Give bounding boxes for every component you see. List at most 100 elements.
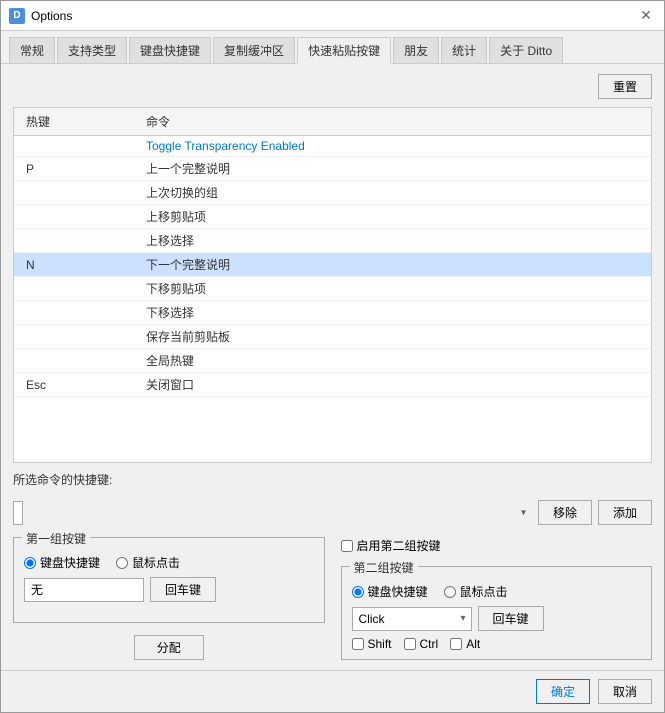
shift-label: Shift <box>368 637 392 651</box>
command-cell: 上一个完整说明 <box>140 159 645 178</box>
group1-keyboard-radio[interactable]: 键盘快捷键 <box>24 554 100 571</box>
hotkey-cell <box>20 216 140 218</box>
shortcut-section: 所选命令的快捷键: <box>13 471 652 488</box>
content-area: 重置 热键 命令 Toggle Transparency Enabled P 上… <box>1 64 664 670</box>
hotkey-cell <box>20 360 140 362</box>
group2-dropdown-wrap: Click Double Click Right Click <box>352 607 472 631</box>
group1-key-input[interactable] <box>24 578 144 602</box>
group2-wrapper: 启用第二组按键 第二组按键 键盘快捷键 鼠标点击 <box>341 537 653 660</box>
alt-label: Alt <box>466 637 480 651</box>
column-header-hotkey: 热键 <box>20 111 140 132</box>
group2-keyboard-radio-input[interactable] <box>352 586 364 598</box>
alt-checkbox[interactable] <box>450 638 462 650</box>
shortcut-input-row: 移除 添加 <box>13 500 652 525</box>
enable-second-group-checkbox[interactable] <box>341 540 353 552</box>
group1-enter-key-button[interactable]: 回车键 <box>150 577 216 602</box>
enable-second-group-text: 启用第二组按键 <box>357 537 441 554</box>
group2-key-input-row: Click Double Click Right Click 回车键 <box>352 606 642 631</box>
hotkey-cell: P <box>20 161 140 177</box>
group1-box: 第一组按键 键盘快捷键 鼠标点击 回车键 <box>13 537 325 623</box>
ctrl-checkbox[interactable] <box>404 638 416 650</box>
command-cell: 上移剪贴项 <box>140 207 645 226</box>
footer: 确定 取消 <box>1 670 664 712</box>
table-row[interactable]: 上移选择 <box>14 229 651 253</box>
hotkey-table: 热键 命令 Toggle Transparency Enabled P 上一个完… <box>13 107 652 463</box>
title-bar-left: D Options <box>9 8 72 24</box>
group2-radio-row: 键盘快捷键 鼠标点击 <box>352 583 642 600</box>
tab-clipboard[interactable]: 复制缓冲区 <box>213 37 295 63</box>
command-cell: 下移剪贴项 <box>140 279 645 298</box>
command-cell: 全局热键 <box>140 351 645 370</box>
command-cell: 下移选择 <box>140 303 645 322</box>
command-cell: 关闭窗口 <box>140 375 645 394</box>
group1-wrapper: 第一组按键 键盘快捷键 鼠标点击 回车键 <box>13 537 325 660</box>
column-header-command: 命令 <box>140 111 645 132</box>
group2-keyboard-radio[interactable]: 键盘快捷键 <box>352 583 428 600</box>
assign-row: 分配 <box>13 635 325 660</box>
group2-modifier-row: Shift Ctrl Alt <box>352 637 642 651</box>
command-cell: Toggle Transparency Enabled <box>140 138 645 154</box>
tab-bar: 常规 支持类型 键盘快捷键 复制缓冲区 快速粘贴按键 朋友 统计 关于 Ditt… <box>1 31 664 64</box>
tab-about[interactable]: 关于 Ditto <box>489 37 563 63</box>
table-row[interactable]: 上次切换的组 <box>14 181 651 205</box>
table-row[interactable]: Toggle Transparency Enabled <box>14 136 651 157</box>
shortcut-dropdown-wrap <box>13 501 532 525</box>
enable-second-group-label[interactable]: 启用第二组按键 <box>341 537 441 554</box>
table-row[interactable]: 上移剪贴项 <box>14 205 651 229</box>
ctrl-checkbox-label[interactable]: Ctrl <box>404 637 439 651</box>
main-window: D Options ✕ 常规 支持类型 键盘快捷键 复制缓冲区 快速粘贴按键 朋… <box>0 0 665 713</box>
reset-button[interactable]: 重置 <box>598 74 652 99</box>
group2-mouse-radio[interactable]: 鼠标点击 <box>444 583 508 600</box>
window-title: Options <box>31 9 72 23</box>
table-body[interactable]: Toggle Transparency Enabled P 上一个完整说明 上次… <box>14 136 651 462</box>
table-row[interactable]: 下移剪贴项 <box>14 277 651 301</box>
hotkey-cell <box>20 288 140 290</box>
hotkey-cell <box>20 145 140 147</box>
cancel-button[interactable]: 取消 <box>598 679 652 704</box>
group2-title: 第二组按键 <box>350 559 418 576</box>
tab-support[interactable]: 支持类型 <box>57 37 127 63</box>
group1-keyboard-radio-input[interactable] <box>24 557 36 569</box>
group1-mouse-label: 鼠标点击 <box>132 554 180 571</box>
group2-box: 第二组按键 键盘快捷键 鼠标点击 <box>341 566 653 660</box>
assign-button[interactable]: 分配 <box>134 635 204 660</box>
tab-keyboard[interactable]: 键盘快捷键 <box>129 37 211 63</box>
shift-checkbox-label[interactable]: Shift <box>352 637 392 651</box>
tab-friends[interactable]: 朋友 <box>393 37 439 63</box>
shift-checkbox[interactable] <box>352 638 364 650</box>
table-row[interactable]: N 下一个完整说明 <box>14 253 651 277</box>
tab-general[interactable]: 常规 <box>9 37 55 63</box>
reset-row: 重置 <box>13 74 652 99</box>
app-icon: D <box>9 8 25 24</box>
group1-title: 第一组按键 <box>22 530 90 547</box>
table-row[interactable]: 保存当前剪贴板 <box>14 325 651 349</box>
group2-enter-key-button[interactable]: 回车键 <box>478 606 544 631</box>
group2-mouse-radio-input[interactable] <box>444 586 456 598</box>
table-row[interactable]: 下移选择 <box>14 301 651 325</box>
hotkey-cell <box>20 192 140 194</box>
add-button[interactable]: 添加 <box>598 500 652 525</box>
group2-dropdown[interactable]: Click Double Click Right Click <box>352 607 472 631</box>
table-row[interactable]: P 上一个完整说明 <box>14 157 651 181</box>
group1-keyboard-label: 键盘快捷键 <box>40 554 100 571</box>
shortcut-dropdown[interactable] <box>13 501 23 525</box>
group1-mouse-radio[interactable]: 鼠标点击 <box>116 554 180 571</box>
table-header: 热键 命令 <box>14 108 651 136</box>
shortcut-section-label: 所选命令的快捷键: <box>13 471 112 488</box>
command-cell: 上次切换的组 <box>140 183 645 202</box>
remove-button[interactable]: 移除 <box>538 500 592 525</box>
enable-second-row: 启用第二组按键 <box>341 537 653 560</box>
hotkey-cell: N <box>20 257 140 273</box>
ok-button[interactable]: 确定 <box>536 679 590 704</box>
table-row[interactable]: 全局热键 <box>14 349 651 373</box>
group1-radio-row: 键盘快捷键 鼠标点击 <box>24 554 314 571</box>
tab-stats[interactable]: 统计 <box>441 37 487 63</box>
group1-mouse-radio-input[interactable] <box>116 557 128 569</box>
group2-keyboard-label: 键盘快捷键 <box>368 583 428 600</box>
command-cell: 上移选择 <box>140 231 645 250</box>
table-row[interactable]: Esc 关闭窗口 <box>14 373 651 397</box>
alt-checkbox-label[interactable]: Alt <box>450 637 480 651</box>
command-cell: 下一个完整说明 <box>140 255 645 274</box>
close-button[interactable]: ✕ <box>636 6 656 26</box>
tab-quickpaste[interactable]: 快速粘贴按键 <box>297 37 391 64</box>
